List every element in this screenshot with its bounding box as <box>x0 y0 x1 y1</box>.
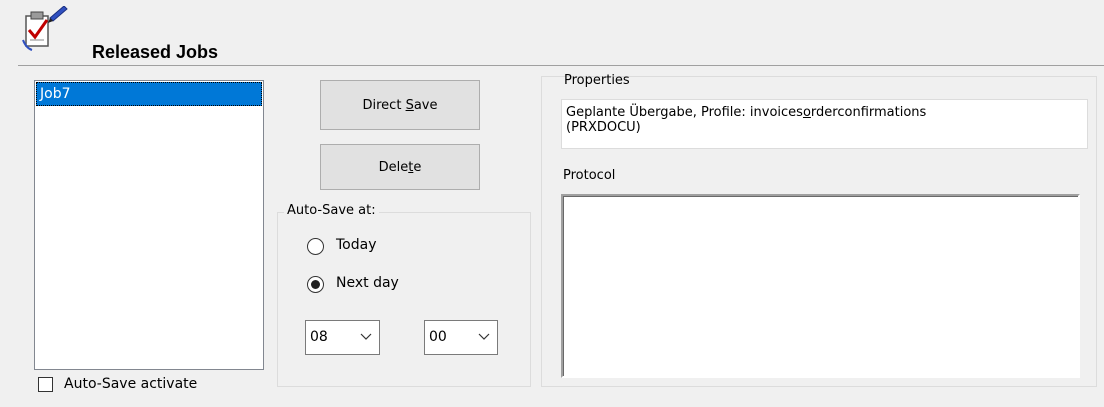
direct-save-button[interactable]: Direct Save <box>320 80 480 130</box>
chevron-down-icon[interactable] <box>359 332 373 342</box>
properties-text-line1: Geplante Übergabe, Profile: invoicesorde… <box>566 105 1083 120</box>
properties-text-accel: o <box>802 105 811 120</box>
job-list-item[interactable]: Job7 <box>36 82 262 106</box>
direct-save-label-pre: Direct <box>362 97 406 113</box>
hour-select[interactable]: 08 <box>305 320 380 355</box>
direct-save-label-accel: S <box>405 97 414 113</box>
today-radio[interactable] <box>307 238 324 255</box>
autosave-activate-label[interactable]: Auto-Save activate <box>64 376 197 392</box>
delete-label-post: e <box>413 159 422 175</box>
properties-textbox[interactable]: Geplante Übergabe, Profile: invoicesorde… <box>561 99 1088 149</box>
radio-selected-dot <box>311 280 320 289</box>
delete-label-pre: Dele <box>378 159 409 175</box>
today-radio-label[interactable]: Today <box>336 237 377 253</box>
properties-text-line2: (PRXDOCU) <box>566 120 641 135</box>
minute-value: 00 <box>429 329 447 345</box>
job-list[interactable]: Job7 <box>34 80 264 370</box>
properties-group-title: Properties <box>564 73 630 88</box>
direct-save-label-post: ave <box>413 97 438 113</box>
autosave-group-title: Auto-Save at: <box>284 203 379 218</box>
header-divider <box>18 65 1104 66</box>
properties-text-rest: rderconfirmations <box>810 105 927 120</box>
clipboard-checkmark-icon <box>20 5 68 52</box>
next-day-radio-label[interactable]: Next day <box>336 275 399 291</box>
autosave-activate-checkbox[interactable] <box>38 377 53 392</box>
delete-button[interactable]: Dele t e <box>320 144 480 190</box>
properties-text-part: Geplante Übergabe, Profile: invoices <box>566 105 803 120</box>
minute-select[interactable]: 00 <box>424 320 498 355</box>
hour-value: 08 <box>310 329 328 345</box>
next-day-radio[interactable] <box>307 276 324 293</box>
chevron-down-icon[interactable] <box>477 332 491 342</box>
protocol-label: Protocol <box>563 168 616 183</box>
protocol-textbox[interactable] <box>561 194 1080 378</box>
page-title: Released Jobs <box>92 42 219 62</box>
